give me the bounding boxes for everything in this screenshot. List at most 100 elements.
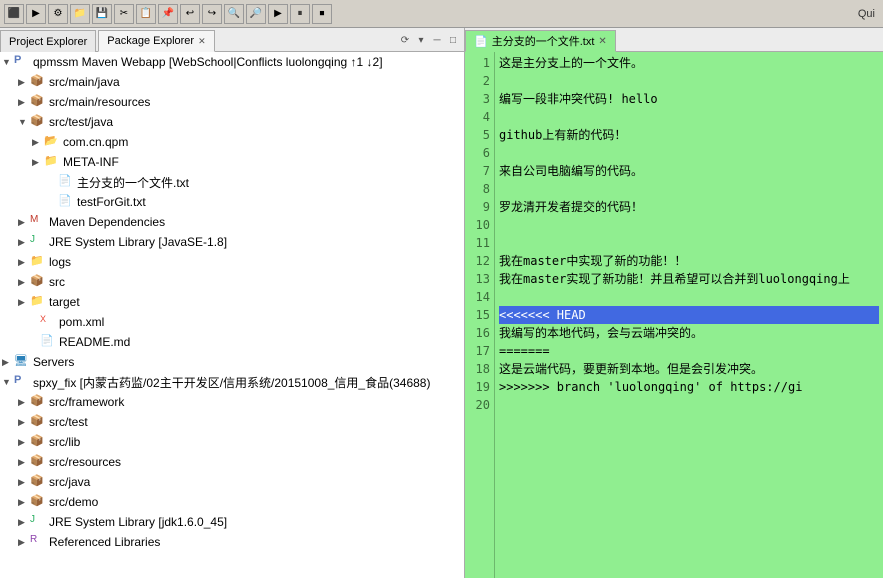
label-src-java: src/java (49, 475, 90, 489)
toolbar-btn-2[interactable]: ▶ (26, 4, 46, 24)
editor-tab-bar: 📄 主分支的一个文件.txt ✕ (465, 28, 883, 52)
line-number-14: 14 (465, 288, 494, 306)
max-btn[interactable]: □ (446, 34, 460, 48)
tree-item-src-lib[interactable]: ▶ 📦 src/lib (0, 432, 464, 452)
toolbar-btn-1[interactable]: ⬛ (4, 4, 24, 24)
label-maven-deps: Maven Dependencies (49, 215, 165, 229)
label-src-framework: src/framework (49, 395, 124, 409)
toolbar-btn-10[interactable]: ↪ (202, 4, 222, 24)
tree-item-jre-system2[interactable]: ▶ J JRE System Library [jdk1.6.0_45] (0, 512, 464, 532)
collapse-btn[interactable]: ▾ (414, 34, 428, 48)
toolbar-btn-15[interactable]: ⏹ (312, 4, 332, 24)
label-jre-system2: JRE System Library [jdk1.6.0_45] (49, 515, 227, 529)
tree-item-logs[interactable]: ▶ 📁 logs (0, 252, 464, 272)
tree-item-jre-system[interactable]: ▶ J JRE System Library [JavaSE-1.8] (0, 232, 464, 252)
label-src-test-java: src/test/java (49, 115, 113, 129)
min-btn[interactable]: ─ (430, 34, 444, 48)
label-pom-xml: pom.xml (59, 315, 104, 329)
tree-item-src-framework[interactable]: ▶ 📦 src/framework (0, 392, 464, 412)
tree-item-test-for-git[interactable]: 📄 testForGit.txt (0, 192, 464, 212)
tree-item-root[interactable]: ▼ P qpmssm Maven Webapp [WebSchool|Confl… (0, 52, 464, 72)
toolbar-btn-3[interactable]: ⚙ (48, 4, 68, 24)
arrow-target: ▶ (18, 297, 30, 308)
tree-item-src[interactable]: ▶ 📦 src (0, 272, 464, 292)
tree-item-meta-inf[interactable]: ▶ 📁 META-INF (0, 152, 464, 172)
icon-logs: 📁 (30, 254, 46, 270)
toolbar-btn-12[interactable]: 🔎 (246, 4, 266, 24)
arrow-logs: ▶ (18, 257, 30, 268)
label-src-main-resources: src/main/resources (49, 95, 150, 109)
editor-tab-icon: 📄 (474, 35, 488, 48)
tree-item-src-main-resources[interactable]: ▶ 📦 src/main/resources (0, 92, 464, 112)
line-number-11: 11 (465, 234, 494, 252)
editor-tab-close[interactable]: ✕ (598, 36, 606, 47)
tab-project-explorer-label: Project Explorer (9, 36, 87, 48)
icon-maven-deps: M (30, 214, 46, 230)
code-line-13: 我在master实现了新功能！并且希望可以合并到luolongqing上 (499, 270, 879, 288)
editor-tab-label: 主分支的一个文件.txt (492, 33, 595, 49)
arrow-src-lib: ▶ (18, 437, 30, 448)
tree-item-com-cn-qpm[interactable]: ▶ 📂 com.cn.qpm (0, 132, 464, 152)
toolbar-btn-11[interactable]: 🔍 (224, 4, 244, 24)
icon-src-demo: 📦 (30, 494, 46, 510)
tree-item-pom-xml[interactable]: X pom.xml (0, 312, 464, 332)
icon-meta-inf: 📁 (44, 154, 60, 170)
toolbar-btn-13[interactable]: ▶ (268, 4, 288, 24)
project-tree[interactable]: ▼ P qpmssm Maven Webapp [WebSchool|Confl… (0, 52, 464, 578)
icon-src-framework: 📦 (30, 394, 46, 410)
code-line-14 (499, 288, 879, 306)
toolbar-btn-9[interactable]: ↩ (180, 4, 200, 24)
label-src-test: src/test (49, 415, 88, 429)
tab-project-explorer[interactable]: Project Explorer (0, 30, 96, 52)
line-number-6: 6 (465, 144, 494, 162)
toolbar-btn-4[interactable]: 📁 (70, 4, 90, 24)
label-root: qpmssm Maven Webapp [WebSchool|Conflicts… (33, 55, 383, 69)
label-test-for-git: testForGit.txt (77, 195, 146, 209)
icon-com-cn-qpm: 📂 (44, 134, 60, 150)
code-line-6 (499, 144, 879, 162)
arrow-com-cn-qpm: ▶ (32, 137, 44, 148)
code-line-15: <<<<<<< HEAD (499, 306, 879, 324)
tab-package-explorer-close[interactable]: ✕ (198, 36, 206, 47)
editor-area[interactable]: 1234567891011121314151617181920 这是主分支上的一… (465, 52, 883, 578)
icon-root: P (14, 54, 30, 70)
toolbar-btn-8[interactable]: 📌 (158, 4, 178, 24)
editor-tab-main-file[interactable]: 📄 主分支的一个文件.txt ✕ (465, 30, 616, 52)
tab-package-explorer[interactable]: Package Explorer ✕ (98, 30, 214, 52)
tree-item-referenced-libraries[interactable]: ▶ R Referenced Libraries (0, 532, 464, 552)
arrow-src-framework: ▶ (18, 397, 30, 408)
tree-item-src-main-java[interactable]: ▶ 📦 src/main/java (0, 72, 464, 92)
tree-item-src-demo[interactable]: ▶ 📦 src/demo (0, 492, 464, 512)
icon-src-resources: 📦 (30, 454, 46, 470)
arrow-jre-system2: ▶ (18, 517, 30, 528)
tree-item-src-test-java[interactable]: ▼ 📦 src/test/java (0, 112, 464, 132)
icon-spxy-fix: P (14, 374, 30, 390)
tree-item-src-resources[interactable]: ▶ 📦 src/resources (0, 452, 464, 472)
arrow-src-demo: ▶ (18, 497, 30, 508)
sync-btn[interactable]: ⟳ (398, 34, 412, 48)
icon-src-lib: 📦 (30, 434, 46, 450)
tree-item-target[interactable]: ▶ 📁 target (0, 292, 464, 312)
tree-item-maven-deps[interactable]: ▶ M Maven Dependencies (0, 212, 464, 232)
toolbar-btn-14[interactable]: ⏸ (290, 4, 310, 24)
tree-item-spxy-fix[interactable]: ▼ P spxy_fix [内蒙古药监/02主干开发区/信用系统/2015100… (0, 372, 464, 392)
tree-item-servers[interactable]: ▶ 🖥 Servers (0, 352, 464, 372)
icon-target: 📁 (30, 294, 46, 310)
toolbar-btn-5[interactable]: 💾 (92, 4, 112, 24)
arrow-maven-deps: ▶ (18, 217, 30, 228)
icon-src-main-java: 📦 (30, 74, 46, 90)
arrow-src-test-java: ▼ (18, 117, 30, 127)
arrow-src-test: ▶ (18, 417, 30, 428)
tree-item-src-java[interactable]: ▶ 📦 src/java (0, 472, 464, 492)
arrow-src-main-java: ▶ (18, 77, 30, 88)
tree-item-src-test[interactable]: ▶ 📦 src/test (0, 412, 464, 432)
left-tab-bar: Project Explorer Package Explorer ✕ ⟳ ▾ … (0, 28, 464, 52)
code-line-16: 我编写的本地代码，会与云端冲突的。 (499, 324, 879, 342)
editor-content[interactable]: 这是主分支上的一个文件。 编写一段非冲突代码! hello github上有新的… (495, 52, 883, 578)
toolbar-btn-6[interactable]: ✂ (114, 4, 134, 24)
tree-item-readme[interactable]: 📄 README.md (0, 332, 464, 352)
toolbar: ⬛ ▶ ⚙ 📁 💾 ✂ 📋 📌 ↩ ↪ 🔍 🔎 ▶ ⏸ ⏹ Qui (0, 0, 883, 28)
label-com-cn-qpm: com.cn.qpm (63, 135, 128, 149)
toolbar-btn-7[interactable]: 📋 (136, 4, 156, 24)
tree-item-main-file[interactable]: 📄 主分支的一个文件.txt (0, 172, 464, 192)
